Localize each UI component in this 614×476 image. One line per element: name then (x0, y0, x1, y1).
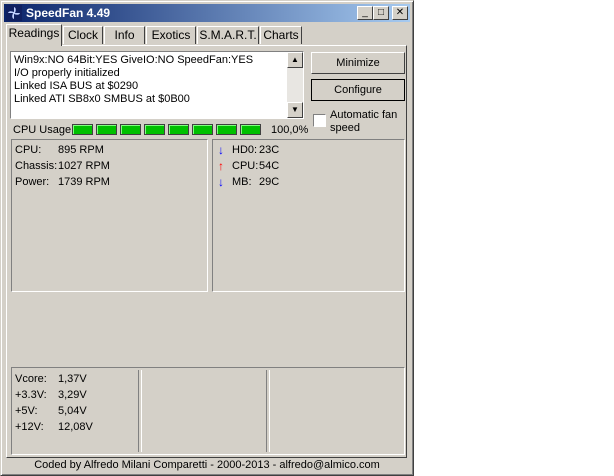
fan-value: 1739 RPM (58, 176, 110, 188)
automatic-fan-speed-label: Automatic fan speed (330, 109, 398, 134)
tab-clock[interactable]: Clock (63, 26, 103, 44)
cpu-usage-bar (120, 124, 141, 135)
temp-value: 54C (259, 160, 280, 172)
fan-speeds-panel: CPU: 895 RPM Chassis: 1027 RPM Power: 17… (11, 139, 208, 292)
minimize-icon: _ (362, 7, 368, 18)
log-scrollbar[interactable]: ▲ ▼ (287, 52, 303, 118)
configure-button[interactable]: Configure (311, 79, 405, 101)
temp-down-arrow-icon: ↓ (218, 143, 224, 157)
tab-smart-label: S.M.A.R.T. (199, 28, 257, 42)
tab-readings[interactable]: Readings (6, 24, 62, 46)
cpu-usage-percent: 100,0% (271, 124, 309, 136)
automatic-fan-speed-checkbox[interactable] (313, 114, 326, 127)
voltage-column-divider (266, 370, 270, 452)
tab-smart[interactable]: S.M.A.R.T. (197, 26, 259, 44)
speedfan-window: SpeedFan 4.49 _ □ ✕ Readings Clock Info … (0, 0, 414, 476)
cpu-usage-label: CPU Usage (13, 124, 72, 136)
maximize-icon: □ (377, 7, 385, 18)
close-window-button[interactable]: ✕ (392, 6, 408, 20)
tab-info-label: Info (114, 28, 135, 42)
fan-name: CPU: (15, 144, 42, 156)
cpu-usage-bar (144, 124, 165, 135)
voltage-name: +5V: (15, 405, 38, 417)
temperatures-panel: ↓ HD0: 23C ↑ CPU: 54C ↓ MB: 29C (212, 139, 405, 292)
scroll-up-button[interactable]: ▲ (287, 52, 303, 68)
temp-name: CPU: (232, 160, 259, 172)
fan-name: Power: (15, 176, 50, 188)
cpu-usage-bar (192, 124, 213, 135)
log-line: Linked ATI SB8x0 SMBUS at $0B00 (14, 93, 190, 105)
fan-value: 1027 RPM (58, 160, 110, 172)
tab-clock-label: Clock (67, 28, 98, 42)
temp-value: 23C (259, 144, 280, 156)
fan-name: Chassis: (15, 160, 58, 172)
close-icon: ✕ (395, 7, 405, 18)
footer-credits: Coded by Alfredo Milani Comparetti - 200… (34, 459, 380, 471)
tab-exotics-label: Exotics (151, 28, 191, 42)
temp-value: 29C (259, 176, 280, 188)
voltage-value: 1,37V (58, 373, 87, 385)
scroll-down-icon: ▼ (291, 105, 299, 114)
maximize-window-button[interactable]: □ (373, 6, 389, 20)
window-title: SpeedFan 4.49 (26, 6, 111, 20)
tab-charts-label: Charts (263, 28, 299, 42)
voltages-panel: Vcore: 1,37V +3.3V: 3,29V +5V: 5,04V +12… (11, 367, 405, 455)
voltage-value: 5,04V (58, 405, 87, 417)
speedfan-app-icon (6, 5, 22, 21)
voltage-value: 12,08V (58, 421, 93, 433)
tab-exotics[interactable]: Exotics (146, 26, 196, 44)
log-line: I/O properly initialized (14, 67, 120, 79)
tab-charts[interactable]: Charts (260, 26, 302, 44)
cpu-usage-bar (240, 124, 261, 135)
log-textbox[interactable]: Win9x:NO 64Bit:YES GiveIO:NO SpeedFan:YE… (10, 51, 304, 119)
cpu-usage-bar (168, 124, 189, 135)
configure-button-label: Configure (334, 84, 382, 96)
temp-up-arrow-icon: ↑ (218, 159, 224, 173)
minimize-button[interactable]: Minimize (311, 52, 405, 74)
voltage-column-divider (138, 370, 142, 452)
minimize-button-label: Minimize (336, 57, 380, 69)
tab-readings-label: Readings (8, 26, 60, 40)
cpu-usage-bar (72, 124, 93, 135)
voltage-name: +3.3V: (15, 389, 47, 401)
temp-name: MB: (232, 176, 252, 188)
voltage-name: Vcore: (15, 373, 47, 385)
voltage-name: +12V: (15, 421, 44, 433)
title-bar[interactable]: SpeedFan 4.49 _ □ ✕ (4, 4, 410, 22)
scroll-down-button[interactable]: ▼ (287, 102, 303, 118)
temp-down-arrow-icon: ↓ (218, 175, 224, 189)
fan-value: 895 RPM (58, 144, 104, 156)
log-line: Linked ISA BUS at $0290 (14, 80, 139, 92)
cpu-usage-bar (216, 124, 237, 135)
log-line: Win9x:NO 64Bit:YES GiveIO:NO SpeedFan:YE… (14, 54, 254, 66)
minimize-window-button[interactable]: _ (357, 6, 373, 20)
temp-name: HD0: (232, 144, 258, 156)
tab-info[interactable]: Info (104, 26, 145, 44)
scroll-up-icon: ▲ (291, 55, 299, 64)
voltage-value: 3,29V (58, 389, 87, 401)
cpu-usage-bar (96, 124, 117, 135)
